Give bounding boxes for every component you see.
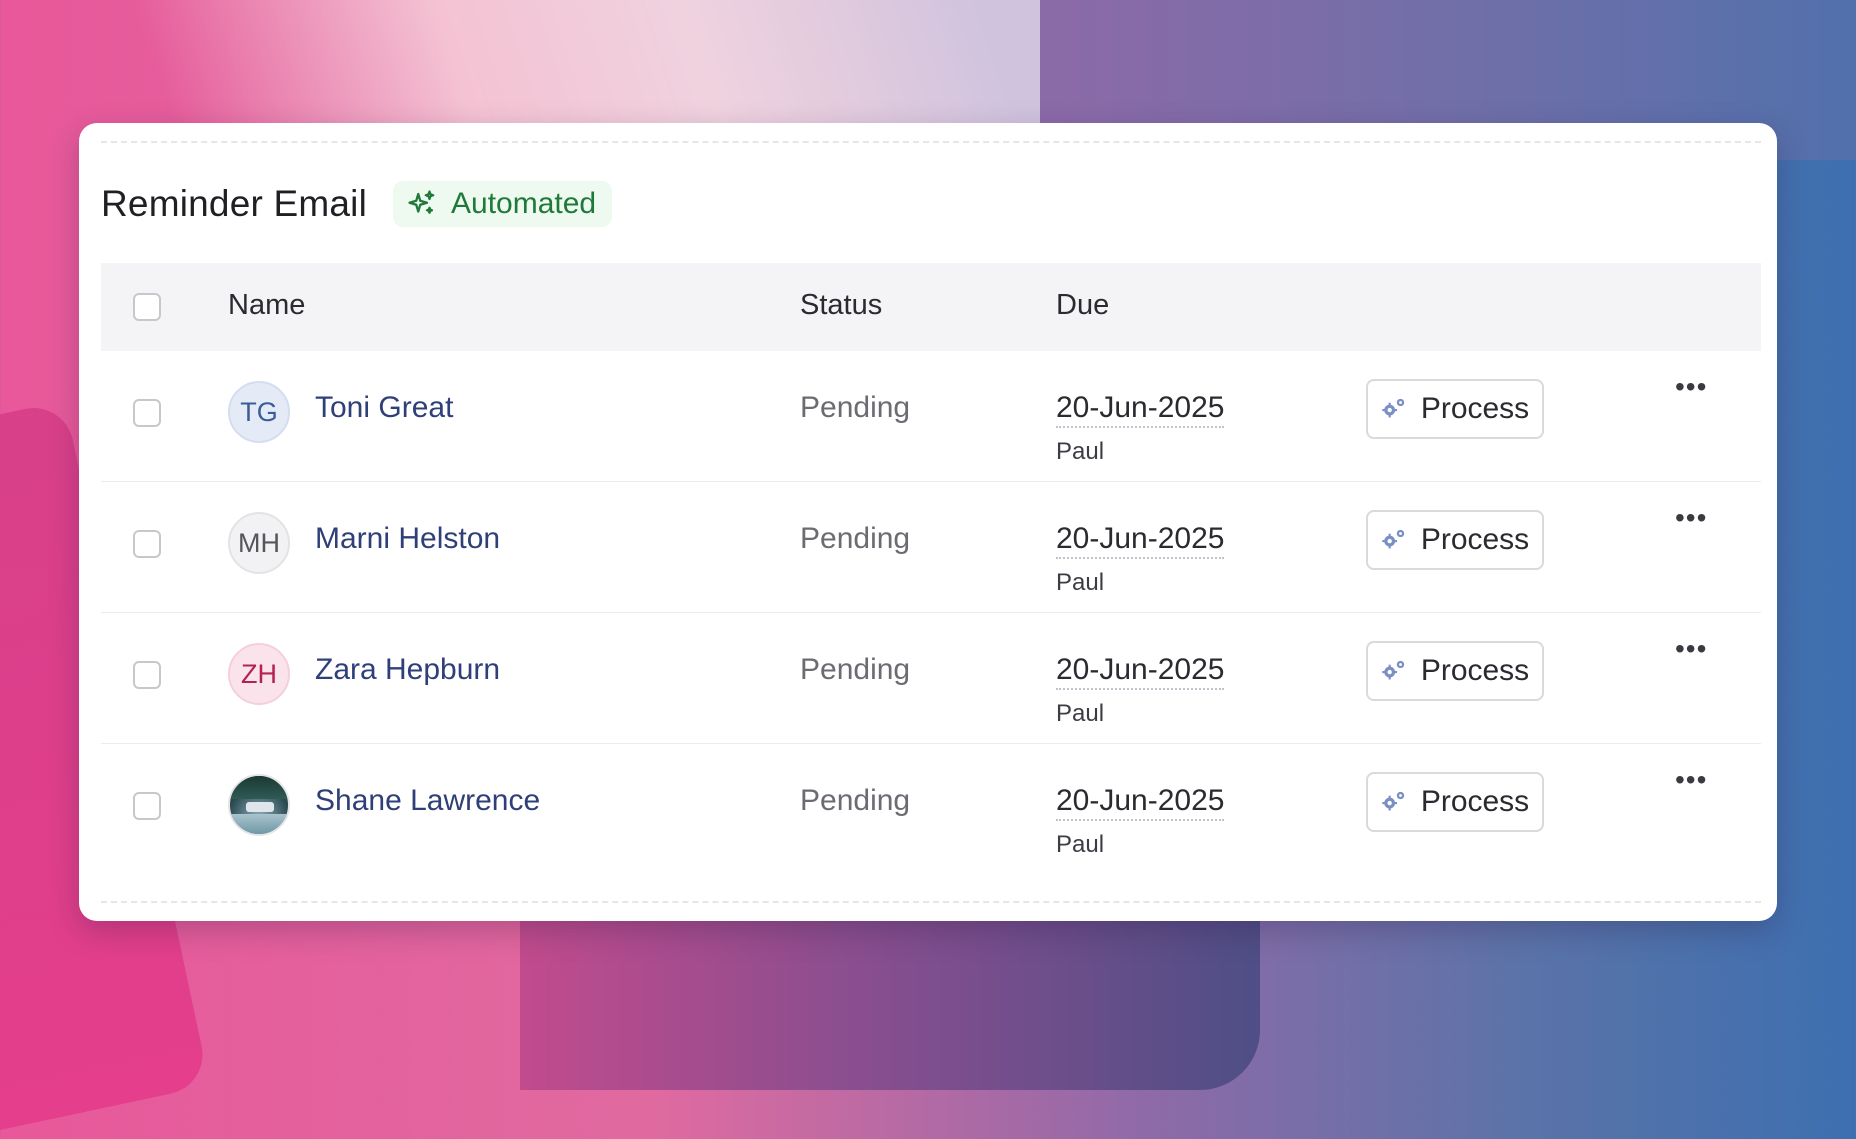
select-all-checkbox[interactable] [133, 293, 161, 321]
contact-name-link[interactable]: Toni Great [315, 391, 453, 425]
gears-icon [1382, 660, 1404, 680]
status-text: Pending [800, 391, 911, 424]
avatar: ZH [228, 643, 290, 705]
process-button[interactable]: Process [1366, 772, 1544, 832]
process-button[interactable]: Process [1366, 379, 1544, 439]
reminder-email-card: Reminder Email Automated Name Status Due… [79, 123, 1777, 921]
due-date[interactable]: 20-Jun-2025 [1056, 784, 1225, 821]
process-button-label: Process [1420, 392, 1530, 425]
row-checkbox[interactable] [133, 661, 161, 689]
more-options-icon[interactable]: ••• [1675, 373, 1706, 401]
status-text: Pending [800, 522, 911, 555]
contact-name-link[interactable]: Zara Hepburn [315, 653, 500, 687]
status-text: Pending [800, 784, 911, 817]
badge-label: Automated [451, 187, 597, 220]
gears-icon [1382, 529, 1404, 549]
assignee: Paul [1056, 438, 1105, 465]
photo-boat [246, 802, 274, 812]
divider [101, 141, 1761, 143]
table-header: Name Status Due [101, 263, 1761, 351]
due-date[interactable]: 20-Jun-2025 [1056, 522, 1225, 559]
table-row: TG Toni Great Pending 20-Jun-2025 Paul P… [101, 351, 1761, 482]
assignee: Paul [1056, 569, 1105, 596]
more-options-icon[interactable]: ••• [1675, 635, 1706, 663]
process-button-label: Process [1420, 654, 1530, 687]
table-row: Shane Lawrence Pending 20-Jun-2025 Paul … [101, 744, 1761, 874]
row-checkbox[interactable] [133, 792, 161, 820]
column-header-due[interactable]: Due [1056, 289, 1109, 322]
page-title: Reminder Email [101, 183, 367, 224]
column-header-status[interactable]: Status [800, 289, 882, 322]
process-button-label: Process [1420, 785, 1530, 818]
row-checkbox[interactable] [133, 399, 161, 427]
avatar: TG [228, 381, 290, 443]
assignee: Paul [1056, 831, 1105, 858]
contact-name-link[interactable]: Shane Lawrence [315, 784, 540, 818]
table-row: ZH Zara Hepburn Pending 20-Jun-2025 Paul… [101, 613, 1761, 744]
photo-sky [230, 776, 288, 800]
assignee: Paul [1056, 700, 1105, 727]
avatar: MH [228, 512, 290, 574]
process-button-label: Process [1420, 523, 1530, 556]
avatar-photo [228, 774, 290, 836]
status-text: Pending [800, 653, 911, 686]
more-options-icon[interactable]: ••• [1675, 766, 1706, 794]
gears-icon [1382, 398, 1404, 418]
card-header: Reminder Email Automated [101, 179, 613, 229]
divider [101, 901, 1761, 903]
sparkles-icon [408, 190, 435, 214]
contact-name-link[interactable]: Marni Helston [315, 522, 500, 556]
due-date[interactable]: 20-Jun-2025 [1056, 391, 1225, 428]
gears-icon [1382, 791, 1404, 811]
automated-badge: Automated [393, 181, 613, 227]
reminder-table: Name Status Due TG Toni Great Pending 20… [101, 263, 1761, 874]
more-options-icon[interactable]: ••• [1675, 504, 1706, 532]
due-date[interactable]: 20-Jun-2025 [1056, 653, 1225, 690]
row-checkbox[interactable] [133, 530, 161, 558]
process-button[interactable]: Process [1366, 641, 1544, 701]
column-header-name[interactable]: Name [228, 289, 305, 322]
process-button[interactable]: Process [1366, 510, 1544, 570]
photo-water [230, 813, 288, 834]
table-row: MH Marni Helston Pending 20-Jun-2025 Pau… [101, 482, 1761, 613]
